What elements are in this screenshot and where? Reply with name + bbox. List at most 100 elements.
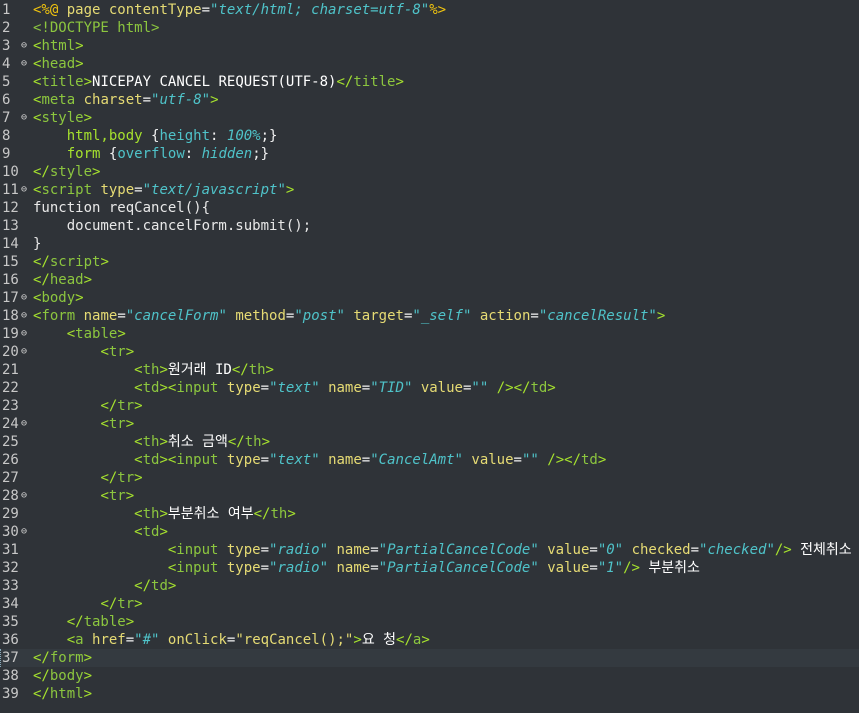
code-line[interactable]: 20 ⊖ <tr>: [0, 343, 859, 361]
fold-toggle-icon[interactable]: ⊖: [21, 343, 27, 361]
fold-toggle-icon[interactable]: ⊖: [21, 523, 27, 541]
line-gutter: 37: [0, 649, 32, 667]
code-line[interactable]: 36 <a href="#" onClick="reqCancel();">요 …: [0, 631, 859, 649]
code-line[interactable]: 38 </body>: [0, 667, 859, 685]
code-line[interactable]: 11 ⊖ <script type="text/javascript">: [0, 181, 859, 199]
code-editor[interactable]: 1 <%@ page contentType="text/html; charse…: [0, 0, 859, 713]
code-line[interactable]: 32 <input type="radio" name="PartialCanc…: [0, 559, 859, 577]
code-text: <input type="radio" name="PartialCancelC…: [33, 541, 852, 559]
line-gutter: 7 ⊖: [0, 109, 32, 127]
code-token: >: [117, 326, 126, 342]
code-line[interactable]: 7 ⊖ <style>: [0, 109, 859, 127]
code-token: >: [83, 110, 93, 126]
code-line[interactable]: 4 ⊖ <head>: [0, 55, 859, 73]
code-token: href: [92, 632, 126, 648]
code-line[interactable]: 37 </form>: [0, 649, 859, 667]
code-token: :: [210, 128, 227, 144]
code-token: target: [353, 308, 404, 324]
code-token: =: [201, 2, 211, 18]
code-line[interactable]: 28 ⊖ <tr>: [0, 487, 859, 505]
code-line[interactable]: 19 ⊖ <table>: [0, 325, 859, 343]
code-line[interactable]: 24 ⊖ <tr>: [0, 415, 859, 433]
code-token: style: [49, 164, 93, 180]
fold-toggle-icon[interactable]: ⊖: [21, 181, 27, 199]
code-token: </: [336, 74, 354, 90]
code-line[interactable]: 33 </td>: [0, 577, 859, 595]
code-text: <td><input type="text" name="TID" value=…: [33, 379, 556, 397]
code-token: >: [261, 434, 270, 450]
code-line[interactable]: 1 <%@ page contentType="text/html; charse…: [0, 1, 859, 19]
code-token: =: [589, 560, 598, 576]
code-line[interactable]: 31 <input type="radio" name="PartialCanc…: [0, 541, 859, 559]
fold-toggle-icon[interactable]: ⊖: [21, 109, 27, 127]
line-number: 24: [2, 416, 19, 432]
line-number: 6: [2, 92, 11, 108]
code-token: <: [134, 380, 143, 396]
fold-toggle-icon[interactable]: ⊖: [21, 55, 27, 73]
code-line[interactable]: 21 <th>원거래 ID</th>: [0, 361, 859, 379]
code-token: tr: [117, 470, 135, 486]
line-gutter: 12: [0, 199, 32, 217]
code-line[interactable]: 17 ⊖ <body>: [0, 289, 859, 307]
code-line[interactable]: 12 function reqCancel(){: [0, 199, 859, 217]
code-text: </body>: [33, 667, 92, 685]
code-line[interactable]: 34 </tr>: [0, 595, 859, 613]
code-line[interactable]: 8 html,body {height: 100%;}: [0, 127, 859, 145]
code-token: method: [235, 308, 286, 324]
code-token: </: [396, 632, 413, 648]
code-line[interactable]: 9 form {overflow: hidden;}: [0, 145, 859, 163]
code-line[interactable]: 39 </html>: [0, 685, 859, 703]
code-token: >: [159, 452, 168, 468]
code-token: =: [134, 182, 143, 198]
code-line[interactable]: 3 ⊖ <html>: [0, 37, 859, 55]
line-number: 31: [2, 542, 19, 558]
code-line[interactable]: 5 <title>NICEPAY CANCEL REQUEST(UTF-8)</t…: [0, 73, 859, 91]
code-line[interactable]: 13 document.cancelForm.submit();: [0, 217, 859, 235]
fold-toggle-icon[interactable]: ⊖: [21, 325, 27, 343]
fold-toggle-icon[interactable]: ⊖: [21, 415, 27, 433]
code-line[interactable]: 35 </table>: [0, 613, 859, 631]
code-text: <head>: [33, 55, 84, 73]
code-text: <tr>: [33, 415, 134, 433]
code-token: >: [159, 362, 168, 378]
code-line[interactable]: 25 <th>취소 금액</th>: [0, 433, 859, 451]
code-token: </: [33, 686, 50, 702]
code-line[interactable]: 2 <!DOCTYPE html>: [0, 19, 859, 37]
code-token: tr: [108, 416, 126, 432]
fold-toggle-icon[interactable]: ⊖: [21, 37, 27, 55]
code-line[interactable]: 29 <th>부분취소 여부</th>: [0, 505, 859, 523]
code-token: </: [66, 614, 84, 630]
fold-toggle-icon[interactable]: ⊖: [21, 487, 27, 505]
line-number: 26: [2, 452, 19, 468]
code-line[interactable]: 22 <td><input type="text" name="TID" val…: [0, 379, 859, 397]
code-line[interactable]: 30 ⊖ <td>: [0, 523, 859, 541]
fold-toggle-icon[interactable]: ⊖: [21, 307, 27, 325]
code-line[interactable]: 10 </style>: [0, 163, 859, 181]
code-line[interactable]: 23 </tr>: [0, 397, 859, 415]
line-gutter: 14: [0, 235, 32, 253]
code-text: <th>부분취소 여부</th>: [33, 505, 296, 523]
code-token: >: [210, 92, 219, 108]
code-token: value: [420, 380, 463, 396]
code-token: th: [270, 506, 288, 522]
code-line[interactable]: 15 </script>: [0, 253, 859, 271]
code-line[interactable]: 27 </tr>: [0, 469, 859, 487]
code-token: 전체취소: [791, 542, 852, 558]
code-token: </: [33, 164, 50, 180]
code-line[interactable]: 26 <td><input type="text" name="CancelAm…: [0, 451, 859, 469]
code-token: >: [125, 344, 135, 360]
line-gutter: 31: [0, 541, 32, 559]
code-token: >: [547, 380, 556, 396]
code-line[interactable]: 18 ⊖ <form name="cancelForm" method="post"…: [0, 307, 859, 325]
code-line[interactable]: 14}: [0, 235, 859, 253]
code-line[interactable]: 16 </head>: [0, 271, 859, 289]
code-line[interactable]: 6 <meta charset="utf-8">: [0, 91, 859, 109]
code-text: </tr>: [33, 469, 142, 487]
code-token: 부분취소: [639, 560, 700, 576]
fold-toggle-icon[interactable]: ⊖: [21, 289, 27, 307]
